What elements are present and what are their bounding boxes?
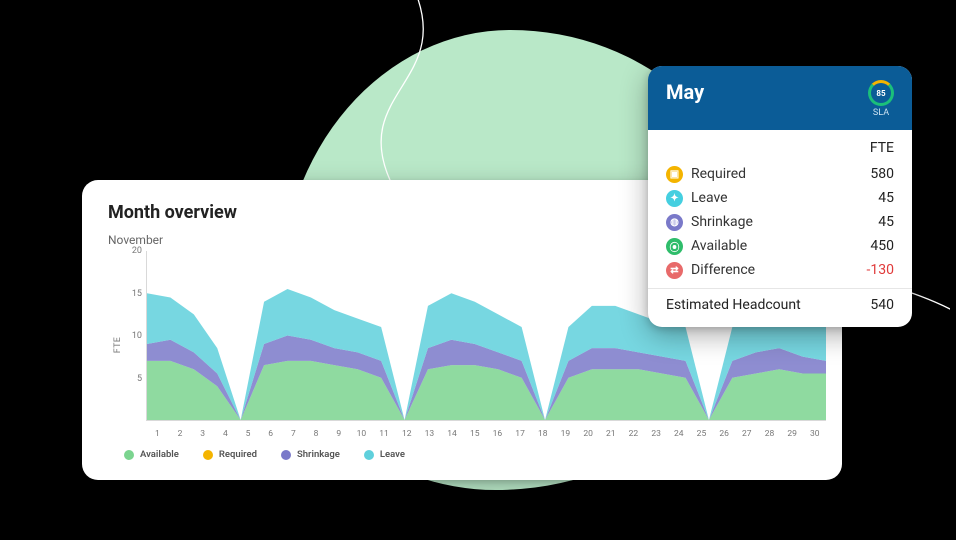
x-tick: 24: [667, 429, 690, 439]
legend-swatch: [281, 450, 291, 460]
y-axis-label: FTE: [113, 337, 123, 353]
detail-row-label: Leave: [691, 190, 728, 206]
x-tick: 23: [645, 429, 668, 439]
x-tick: 1: [146, 429, 169, 439]
difference-icon: ⇄: [666, 262, 683, 279]
divider: [648, 288, 912, 289]
detail-row-value: -130: [867, 262, 894, 278]
x-tick: 4: [214, 429, 237, 439]
x-tick: 9: [327, 429, 350, 439]
detail-row-value: 580: [870, 166, 894, 182]
x-tick: 5: [237, 429, 260, 439]
headcount-value: 540: [870, 297, 894, 313]
detail-row-label: Required: [691, 166, 746, 182]
x-tick: 14: [441, 429, 464, 439]
detail-row-required: ▣ Required 580: [666, 162, 894, 186]
legend-item-available: Available: [124, 449, 179, 460]
required-icon: ▣: [666, 166, 683, 183]
fte-column-header: FTE: [666, 140, 894, 156]
detail-row-value: 45: [878, 190, 894, 206]
x-tick: 13: [418, 429, 441, 439]
y-tick: 15: [132, 289, 142, 299]
detail-row-label: Difference: [691, 262, 755, 278]
detail-row-label: Available: [691, 238, 747, 254]
detail-row-available: ⦿ Available 450: [666, 234, 894, 258]
leave-icon: ✦: [666, 190, 683, 207]
detail-title: May: [666, 80, 704, 104]
y-tick: 10: [132, 331, 142, 341]
x-tick: 8: [305, 429, 328, 439]
y-tick: 5: [137, 374, 142, 384]
detail-row-value: 45: [878, 214, 894, 230]
sla-label: SLA: [873, 108, 889, 118]
sla-ring-icon: 85: [868, 80, 894, 106]
detail-row-value: 450: [870, 238, 894, 254]
x-tick: 18: [531, 429, 554, 439]
available-icon: ⦿: [666, 238, 683, 255]
detail-row-label: Shrinkage: [691, 214, 753, 230]
x-tick: 27: [735, 429, 758, 439]
legend-label: Available: [140, 449, 179, 460]
x-ticks: 1234567891011121314151617181920212223242…: [146, 429, 826, 439]
x-tick: 26: [713, 429, 736, 439]
x-tick: 12: [395, 429, 418, 439]
x-tick: 29: [781, 429, 804, 439]
legend-label: Shrinkage: [297, 449, 340, 460]
y-tick: 20: [132, 246, 142, 256]
legend-item-required: Required: [203, 449, 257, 460]
x-tick: 28: [758, 429, 781, 439]
x-tick: 10: [350, 429, 373, 439]
detail-header: May 85 SLA: [648, 66, 912, 130]
legend-swatch: [364, 450, 374, 460]
shrinkage-icon: ◍: [666, 214, 683, 231]
x-tick: 21: [599, 429, 622, 439]
headcount-label: Estimated Headcount: [666, 297, 801, 313]
x-tick: 19: [554, 429, 577, 439]
legend-swatch: [124, 450, 134, 460]
headcount-row: Estimated Headcount 540: [666, 295, 894, 313]
x-tick: 6: [259, 429, 282, 439]
detail-body: FTE ▣ Required 580 ✦ Leave 45 ◍ Shrinkage 45 ⦿ Ava…: [648, 130, 912, 327]
x-tick: 16: [486, 429, 509, 439]
legend-item-shrinkage: Shrinkage: [281, 449, 340, 460]
legend-label: Required: [219, 449, 257, 460]
x-tick: 11: [373, 429, 396, 439]
detail-row-shrinkage: ◍ Shrinkage 45: [666, 210, 894, 234]
detail-row-leave: ✦ Leave 45: [666, 186, 894, 210]
x-tick: 7: [282, 429, 305, 439]
y-ticks: 5101520: [128, 251, 146, 421]
legend-label: Leave: [380, 449, 405, 460]
chart-legend: Available Required Shrinkage Leave: [124, 449, 816, 460]
x-tick: 20: [577, 429, 600, 439]
month-detail-card: May 85 SLA FTE ▣ Required 580 ✦ Leave 45 ◍ Shri…: [648, 66, 912, 327]
legend-swatch: [203, 450, 213, 460]
sla-indicator: 85 SLA: [868, 80, 894, 118]
x-tick: 25: [690, 429, 713, 439]
x-tick: 17: [509, 429, 532, 439]
x-tick: 15: [463, 429, 486, 439]
legend-item-leave: Leave: [364, 449, 405, 460]
x-tick: 3: [191, 429, 214, 439]
x-tick: 22: [622, 429, 645, 439]
x-tick: 2: [169, 429, 192, 439]
detail-row-difference: ⇄ Difference -130: [666, 258, 894, 282]
x-tick: 30: [803, 429, 826, 439]
